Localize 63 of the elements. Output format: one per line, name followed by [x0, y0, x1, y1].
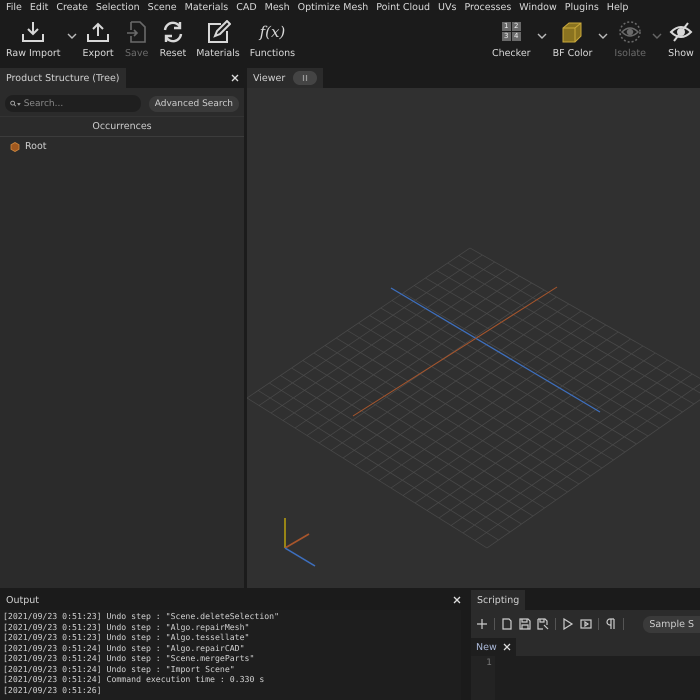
save-as-icon[interactable] [537, 618, 549, 630]
pilcrow-icon[interactable] [605, 618, 617, 630]
hidden-icon [668, 20, 694, 44]
menu-item[interactable]: Processes [460, 2, 516, 12]
line-number: 1 [485, 658, 492, 668]
import-button[interactable]: Raw Import [2, 14, 65, 59]
sample-button[interactable]: Sample S [643, 616, 700, 632]
menu-item[interactable]: Point Cloud [372, 2, 434, 12]
menu-item[interactable]: Create [52, 2, 92, 12]
run-icon[interactable] [580, 618, 592, 630]
log-line: [2021/09/23 0:51:26] [3, 684, 103, 695]
menu-item[interactable]: Window [515, 2, 561, 12]
log-line: [2021/09/23 0:51:24] Command execution time : 0.330 s [3, 674, 266, 684]
tree-label: Root [25, 141, 47, 152]
log-line: [2021/09/23 0:51:24] Undo step : "Scene.mergeParts" [3, 653, 256, 664]
editor-tab[interactable]: New [471, 638, 516, 656]
search-icon [10, 100, 21, 108]
import-icon [20, 20, 46, 44]
menu-item[interactable]: Plugins [560, 2, 603, 12]
search-field[interactable]: Search... [5, 95, 141, 112]
pause-icon[interactable] [293, 71, 318, 85]
panel-tab[interactable]: Scripting [471, 590, 526, 610]
menu-item[interactable]: Help [602, 2, 632, 12]
close-icon[interactable] [453, 596, 461, 604]
tree-item[interactable]: Root [0, 137, 244, 156]
close-icon[interactable] [231, 74, 239, 82]
export-icon [85, 20, 112, 44]
axis-gizmo-drawing [284, 518, 316, 567]
log-line: [2021/09/23 0:51:23] Undo step : "Algo.tessellate" [3, 632, 250, 642]
caret-icon[interactable] [536, 32, 547, 40]
menu-item[interactable]: File [2, 2, 26, 12]
eye-icon [617, 20, 644, 44]
menu-item[interactable]: Mesh [260, 2, 294, 12]
reset-button[interactable]: Reset [156, 14, 190, 59]
search-input[interactable]: Search... [24, 98, 136, 108]
menu-item[interactable]: Scene [144, 2, 181, 12]
log-line: [2021/09/23 0:51:24] Undo step : "Algo.repairCAD" [3, 642, 246, 653]
menu-item[interactable]: UVs [434, 2, 460, 12]
menu-item[interactable]: CAD [232, 2, 261, 12]
log-line: [2021/09/23 0:51:23] Undo step : "Scene.deleteSelection" [3, 611, 280, 622]
caret-icon[interactable] [598, 32, 608, 40]
caret-icon[interactable] [66, 32, 77, 40]
menu-item[interactable]: Selection [92, 2, 144, 12]
file-icon[interactable] [501, 618, 513, 630]
menu-item[interactable]: Optimize Mesh [294, 2, 372, 12]
column-header: Occurrences [0, 116, 244, 137]
panel-tab[interactable]: Product Structure (Tree) [0, 68, 126, 88]
part-icon [10, 142, 20, 152]
play-icon[interactable] [562, 618, 574, 630]
function-button[interactable]: f(x) Functions [246, 14, 300, 59]
export-button[interactable]: Export [78, 14, 118, 59]
close-icon[interactable] [502, 643, 511, 651]
plus-icon[interactable] [476, 618, 488, 630]
menu-item[interactable]: Edit [26, 2, 52, 12]
viewer-tab[interactable]: Viewer [247, 68, 324, 88]
hidden-button[interactable]: Show [664, 14, 698, 59]
log-line: [2021/09/23 0:51:24] Undo step : "Import Scene" [3, 664, 236, 674]
save-icon[interactable] [519, 618, 531, 630]
menu-item[interactable]: Materials [180, 2, 232, 12]
box-button[interactable]: BF Color [548, 14, 596, 59]
log-line: [2021/09/23 0:51:23] Undo step : "Algo.repairMesh" [3, 622, 250, 632]
advanced-search-button[interactable]: Advanced Search [148, 96, 239, 112]
materials-button[interactable]: Materials [192, 14, 244, 59]
